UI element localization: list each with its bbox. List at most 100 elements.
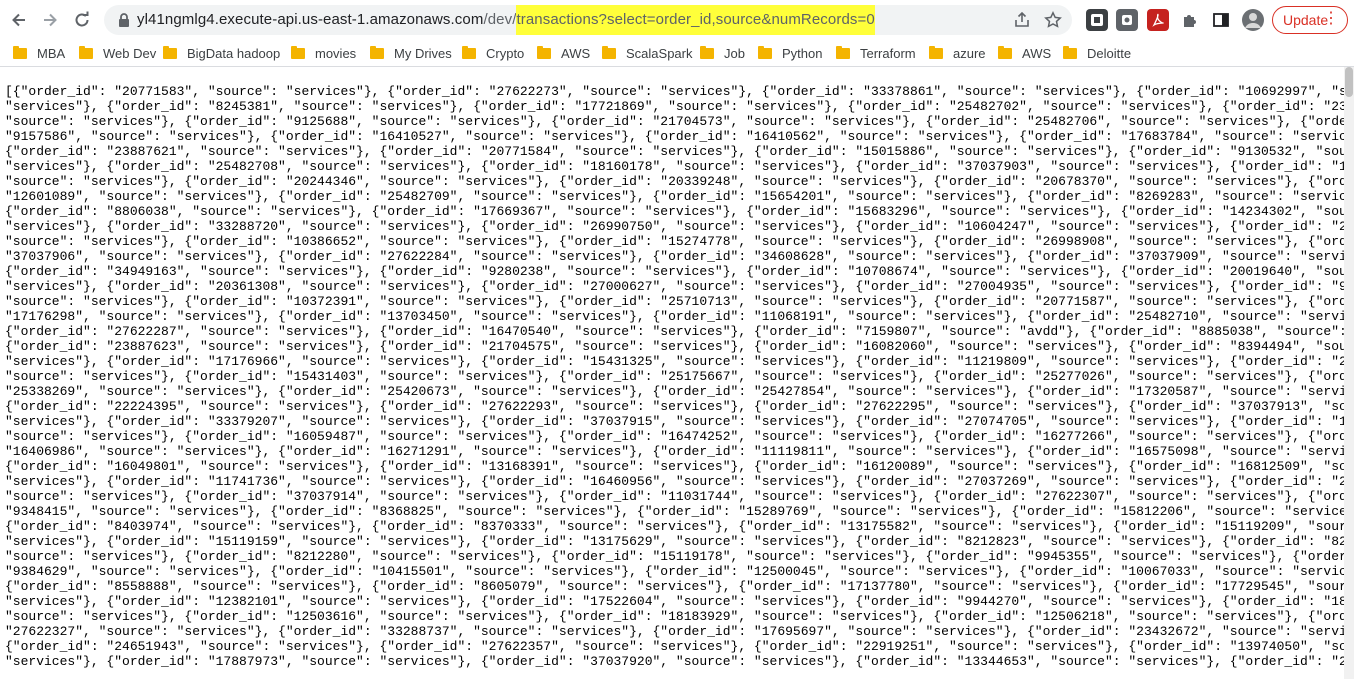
bookmark-label: azure (953, 45, 986, 61)
json-line: "services"}, {"order_id": "8245381", "so… (5, 99, 1345, 114)
extension-1-icon[interactable] (1086, 9, 1108, 31)
bookmark-folder-mba[interactable]: MBA (13, 43, 65, 63)
json-line: "source": "services"}, {"order_id": "154… (5, 369, 1345, 384)
json-line: "source": "services"}, {"order_id": "103… (5, 294, 1345, 309)
json-line: {"order_id": "24651943", "source": "serv… (5, 639, 1345, 654)
folder-icon (13, 45, 27, 59)
bookmark-label: AWS (561, 45, 591, 61)
json-line: "services"}, {"order_id": "11741736", "s… (5, 474, 1345, 489)
json-line: [{"order_id": "20771583", "source": "ser… (5, 84, 1345, 99)
json-line: "27622327", "source": "services"}, {"ord… (5, 624, 1345, 639)
bookmark-label: Job (724, 45, 745, 61)
bookmark-folder-movies[interactable]: movies (291, 43, 356, 63)
bookmark-folder-python[interactable]: Python (758, 43, 822, 63)
arrow-right-icon[interactable] (36, 6, 64, 34)
bookmark-folder-crypto[interactable]: Crypto (462, 43, 524, 63)
json-line: "services"}, {"order_id": "25482708", "s… (5, 159, 1345, 174)
folder-icon (602, 45, 616, 59)
bookmark-label: Deloitte (1087, 45, 1132, 61)
bookmark-folder-bigdata-hadoop[interactable]: BigData hadoop (163, 43, 280, 63)
json-line: "services"}, {"order_id": "33379207", "s… (5, 414, 1345, 429)
pdf-icon[interactable] (1147, 9, 1169, 31)
bookmark-label: BigData hadoop (187, 45, 281, 61)
lock-icon[interactable] (116, 12, 132, 28)
bookmark-label: Web Dev (103, 45, 157, 61)
json-line: "services"}, {"order_id": "20361308", "s… (5, 279, 1345, 294)
bookmark-folder-aws-2[interactable]: AWS (998, 43, 1051, 63)
arrow-left-icon[interactable] (5, 6, 33, 34)
folder-icon (537, 45, 551, 59)
bookmark-label: movies (315, 45, 357, 61)
scrollbar-thumb[interactable] (1345, 67, 1353, 97)
json-line: "17176298", "source": "services"}, {"ord… (5, 309, 1345, 324)
json-line: "25338269", "source": "services"}, {"ord… (5, 384, 1345, 399)
json-line: {"order_id": "22224395", "source": "serv… (5, 399, 1345, 414)
url-text[interactable]: yl41ngmlg4.execute-api.us-east-1.amazona… (137, 5, 875, 35)
bookmark-label: Terraform (860, 45, 916, 61)
json-line: {"order_id": "16049801", "source": "serv… (5, 459, 1345, 474)
json-line: "services"}, {"order_id": "17887973", "s… (5, 654, 1345, 669)
json-line: "12601089", "source": "services"}, {"ord… (5, 189, 1345, 204)
json-line: "source": "services"}, {"order_id": "125… (5, 609, 1345, 624)
bookmark-label: Python (782, 45, 823, 61)
folder-icon (929, 45, 943, 59)
profile-avatar[interactable] (1239, 6, 1267, 34)
json-line: "9348415", "source": "services"}, {"orde… (5, 504, 1345, 519)
json-line: {"order_id": "8558888", "source": "servi… (5, 579, 1345, 594)
folder-icon (758, 45, 772, 59)
folder-icon (163, 45, 177, 59)
more-vert-icon[interactable]: ⋮ (1323, 10, 1339, 28)
json-line: "source": "services"}, {"order_id": "370… (5, 489, 1345, 504)
update-label: Update (1283, 12, 1329, 28)
json-response-body: [{"order_id": "20771583", "source": "ser… (5, 84, 1345, 679)
folder-icon (836, 45, 850, 59)
side-panel-icon[interactable] (1207, 6, 1235, 34)
puzzle-icon[interactable] (1176, 6, 1204, 34)
folder-icon (462, 45, 476, 59)
json-line: "services"}, {"order_id": "33288720", "s… (5, 219, 1345, 234)
url-host: yl41ngmlg4.execute-api.us-east-1.amazona… (137, 11, 484, 28)
extension-2-icon[interactable] (1116, 9, 1138, 31)
url-highlighted-path: transactions?select=order_id,source&numR… (516, 5, 875, 35)
share-icon[interactable] (1010, 8, 1034, 32)
bookmark-label: AWS (1022, 45, 1052, 61)
address-bar[interactable]: yl41ngmlg4.execute-api.us-east-1.amazona… (104, 5, 1072, 35)
update-button[interactable]: Update ⋮ (1272, 6, 1348, 34)
bookmark-folder-deloitte[interactable]: Deloitte (1063, 43, 1131, 63)
bookmark-folder-terraform[interactable]: Terraform (836, 43, 916, 63)
json-line: "9384629", "source": "services"}, {"orde… (5, 564, 1345, 579)
url-path-prefix: /dev/ (483, 11, 517, 28)
json-line: "16406986", "source": "services"}, {"ord… (5, 444, 1345, 459)
folder-icon (998, 45, 1012, 59)
vertical-scrollbar[interactable] (1344, 67, 1354, 679)
json-line: "source": "services"}, {"order_id": "202… (5, 174, 1345, 189)
json-line: {"order_id": "34949163", "source": "serv… (5, 264, 1345, 279)
bookmark-label: My Drives (394, 45, 452, 61)
bookmarks-bar: MBA Web Dev BigData hadoop movies My Dri… (0, 40, 1354, 67)
json-line: "source": "services"}, {"order_id": "103… (5, 234, 1345, 249)
bookmark-label: Crypto (486, 45, 525, 61)
folder-icon (291, 45, 305, 59)
bookmark-folder-azure[interactable]: azure (929, 43, 986, 63)
json-line: {"order_id": "27622287", "source": "serv… (5, 324, 1345, 339)
bookmark-folder-web-dev[interactable]: Web Dev (79, 43, 156, 63)
star-icon[interactable] (1041, 8, 1065, 32)
browser-toolbar: yl41ngmlg4.execute-api.us-east-1.amazona… (0, 0, 1354, 40)
folder-icon (1063, 45, 1077, 59)
json-line: "services"}, {"order_id": "17176966", "s… (5, 354, 1345, 369)
json-line: "37037906", "source": "services"}, {"ord… (5, 249, 1345, 264)
bookmark-folder-job[interactable]: Job (700, 43, 745, 63)
bookmark-label: ScalaSpark (626, 45, 693, 61)
bookmark-folder-aws[interactable]: AWS (537, 43, 590, 63)
json-line: {"order_id": "8403974", "source": "servi… (5, 519, 1345, 534)
reload-icon[interactable] (68, 6, 96, 34)
json-line: "source": "services"}, {"order_id": "160… (5, 429, 1345, 444)
json-line: "source": "services"}, {"order_id": "912… (5, 114, 1345, 129)
bookmark-folder-scalaspark[interactable]: ScalaSpark (602, 43, 692, 63)
json-line: {"order_id": "23887623", "source": "serv… (5, 339, 1345, 354)
json-line: "services"}, {"order_id": "12382101", "s… (5, 594, 1345, 609)
bookmark-label: MBA (37, 45, 66, 61)
folder-icon (370, 45, 384, 59)
bookmark-folder-my-drives[interactable]: My Drives (370, 43, 452, 63)
json-line: "9157586", "source": "services"}, {"orde… (5, 129, 1345, 144)
